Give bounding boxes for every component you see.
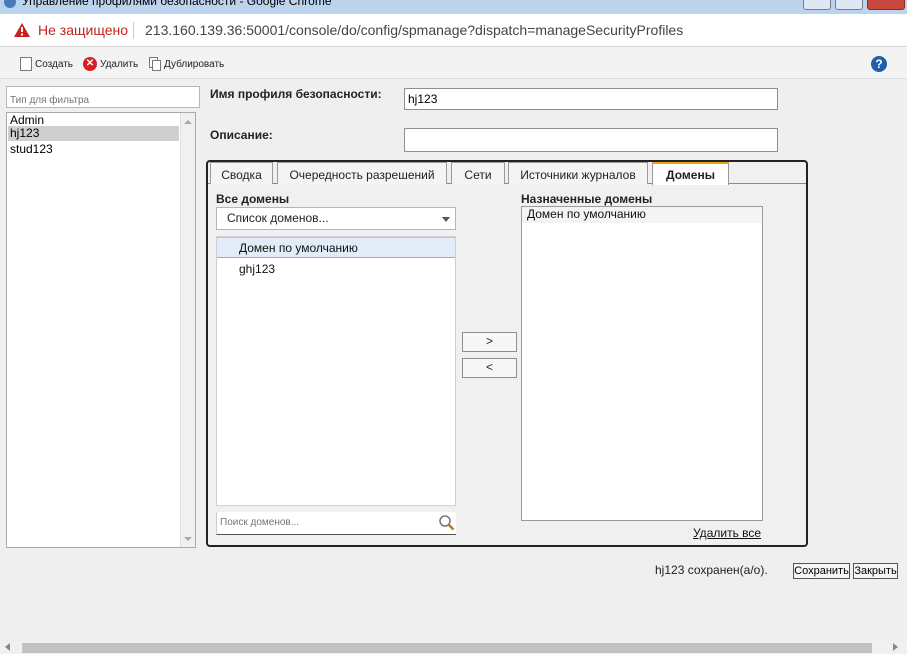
- domain-dropdown-value: Список доменов...: [227, 211, 329, 225]
- domain-search-field[interactable]: [216, 512, 456, 535]
- assigned-domains-label: Назначенные домены: [521, 192, 653, 206]
- duplicate-icon: [149, 57, 161, 71]
- duplicate-label: Дублировать: [164, 58, 225, 70]
- warning-icon: [14, 23, 30, 37]
- profile-item-hj123[interactable]: hj123: [8, 126, 179, 141]
- tab-permission-precedence[interactable]: Очередность разрешений: [277, 162, 447, 184]
- window-title-bar: Управление профилями безопасности - Goog…: [0, 0, 907, 14]
- scroll-down-icon[interactable]: [184, 537, 192, 541]
- add-domain-button[interactable]: >: [462, 332, 517, 352]
- save-button[interactable]: Сохранить: [793, 563, 850, 579]
- create-label: Создать: [35, 58, 74, 70]
- description-input[interactable]: [404, 128, 778, 152]
- action-toolbar: Создать ✕ Удалить Дублировать ?: [0, 47, 907, 79]
- profile-list: Admin hj123 stud123: [6, 112, 196, 548]
- window-title: Управление профилями безопасности - Goog…: [22, 0, 332, 8]
- status-text: hj123 сохранен(а/о).: [655, 563, 768, 577]
- domain-search-input[interactable]: [220, 517, 430, 528]
- not-secure-label[interactable]: Не защищено: [38, 22, 128, 38]
- domain-list-dropdown[interactable]: Список доменов...: [216, 207, 456, 230]
- help-icon[interactable]: ?: [871, 56, 887, 72]
- horizontal-scrollbar[interactable]: [0, 641, 907, 654]
- profile-name-label: Имя профиля безопасности:: [210, 87, 382, 101]
- assigned-domains-list: Домен по умолчанию: [521, 206, 763, 521]
- delete-icon: ✕: [83, 57, 97, 71]
- scroll-right-icon[interactable]: [893, 643, 898, 651]
- new-document-icon: [20, 57, 32, 71]
- scroll-up-icon[interactable]: [184, 120, 192, 124]
- profile-filter-input[interactable]: [6, 86, 200, 108]
- tab-domains[interactable]: Домены: [652, 162, 729, 185]
- url-text[interactable]: 213.160.139.36:50001/console/do/config/s…: [145, 22, 683, 38]
- create-button[interactable]: Создать: [20, 56, 73, 72]
- available-domains-list: Домен по умолчанию ghj123: [216, 236, 456, 506]
- assigned-domain-item[interactable]: Домен по умолчанию: [522, 207, 762, 223]
- all-domains-label: Все домены: [216, 192, 290, 206]
- delete-label: Удалить: [100, 58, 139, 70]
- profile-item-stud123[interactable]: stud123: [8, 142, 179, 157]
- remove-domain-button[interactable]: <: [462, 358, 517, 378]
- maximize-button[interactable]: [835, 0, 863, 10]
- address-separator: [133, 22, 134, 39]
- chevron-down-icon: [442, 217, 450, 222]
- close-window-button[interactable]: [867, 0, 905, 10]
- address-bar: Не защищено 213.160.139.36:50001/console…: [0, 14, 907, 47]
- scroll-left-icon[interactable]: [5, 643, 10, 651]
- search-icon[interactable]: [438, 514, 455, 531]
- close-button[interactable]: Закрыть: [853, 563, 898, 579]
- profile-name-input[interactable]: hj123: [404, 88, 778, 110]
- duplicate-button[interactable]: Дублировать: [149, 56, 224, 72]
- tab-summary[interactable]: Сводка: [210, 162, 273, 184]
- chrome-app-icon: [4, 0, 16, 8]
- available-domain-item[interactable]: Домен по умолчанию: [217, 237, 455, 258]
- tab-networks[interactable]: Сети: [451, 162, 505, 184]
- tab-log-sources[interactable]: Источники журналов: [508, 162, 648, 184]
- remove-all-link[interactable]: Удалить все: [693, 526, 761, 540]
- delete-button[interactable]: ✕ Удалить: [83, 56, 138, 72]
- horizontal-scroll-thumb[interactable]: [22, 643, 872, 653]
- profile-list-scrollbar[interactable]: [180, 113, 195, 547]
- description-label: Описание:: [210, 128, 273, 142]
- available-domain-item[interactable]: ghj123: [239, 259, 275, 279]
- minimize-button[interactable]: [803, 0, 831, 10]
